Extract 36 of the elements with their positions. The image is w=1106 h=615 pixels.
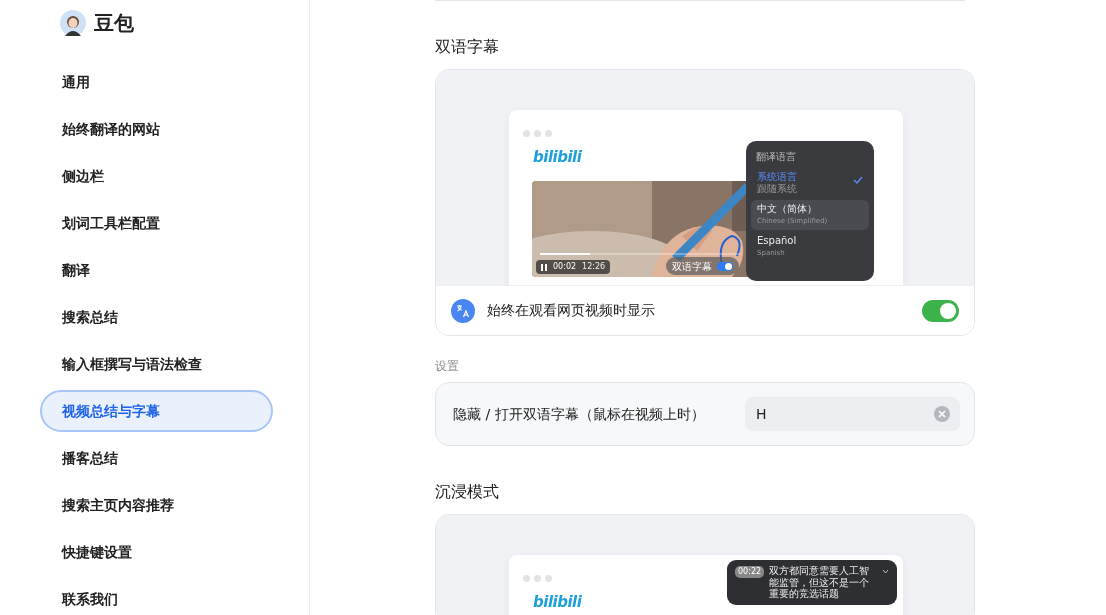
chevron-down-icon[interactable] <box>882 569 889 574</box>
sidebar-item[interactable]: 搜索主页内容推荐 <box>40 484 273 526</box>
language-option[interactable]: 系统语言 跟随系统 <box>751 168 869 198</box>
sidebar-item[interactable]: 输入框撰写与语法检查 <box>40 343 273 385</box>
app-name: 豆包 <box>94 10 134 37</box>
window-dots-icon <box>523 574 552 582</box>
time-badge: 00:22 <box>735 566 765 578</box>
sidebar-item[interactable]: 侧边栏 <box>40 155 273 197</box>
current-time: 00:02 <box>553 261 577 273</box>
caption-text: 双方都同意需要人工智能监管，但这不是一个重要的竞选话题 <box>769 565 871 600</box>
total-time: 12:26 <box>582 261 606 273</box>
subtitle-toggle-button[interactable]: 双语字幕 <box>666 257 739 275</box>
sidebar-item[interactable]: 搜索总结 <box>40 296 273 338</box>
sidebar-item[interactable]: 通用 <box>40 61 273 103</box>
shortcut-field[interactable]: H <box>745 397 960 431</box>
sidebar-item[interactable]: 视频总结与字幕 <box>40 390 273 432</box>
avatar-icon <box>60 10 86 36</box>
pause-icon[interactable] <box>541 263 547 271</box>
toggle-switch[interactable] <box>922 299 959 322</box>
menu-title: 翻译语言 <box>756 150 797 164</box>
check-icon <box>853 176 863 184</box>
sidebar-item[interactable]: 快捷键设置 <box>40 531 273 573</box>
site-logo: bilibili <box>533 147 582 168</box>
translate-icon <box>451 298 475 323</box>
sidebar-item[interactable]: 联系我们 <box>40 578 273 615</box>
sidebar-item[interactable]: 翻译 <box>40 249 273 291</box>
sidebar-item[interactable]: 播客总结 <box>40 437 273 479</box>
sidebar-item[interactable]: 始终翻译的网站 <box>40 108 273 150</box>
section-title: 双语字幕 <box>435 36 500 58</box>
section-title: 沉浸模式 <box>435 481 500 503</box>
setting-label: 始终在观看网页视频时显示 <box>487 301 656 320</box>
setting-label: 隐藏 / 打开双语字幕（鼠标在视频上时） <box>453 404 705 424</box>
window-dots-icon <box>523 129 552 137</box>
section-label: 设置 <box>435 358 460 374</box>
site-logo: bilibili <box>533 592 582 613</box>
sidebar-item[interactable]: 划词工具栏配置 <box>40 202 273 244</box>
